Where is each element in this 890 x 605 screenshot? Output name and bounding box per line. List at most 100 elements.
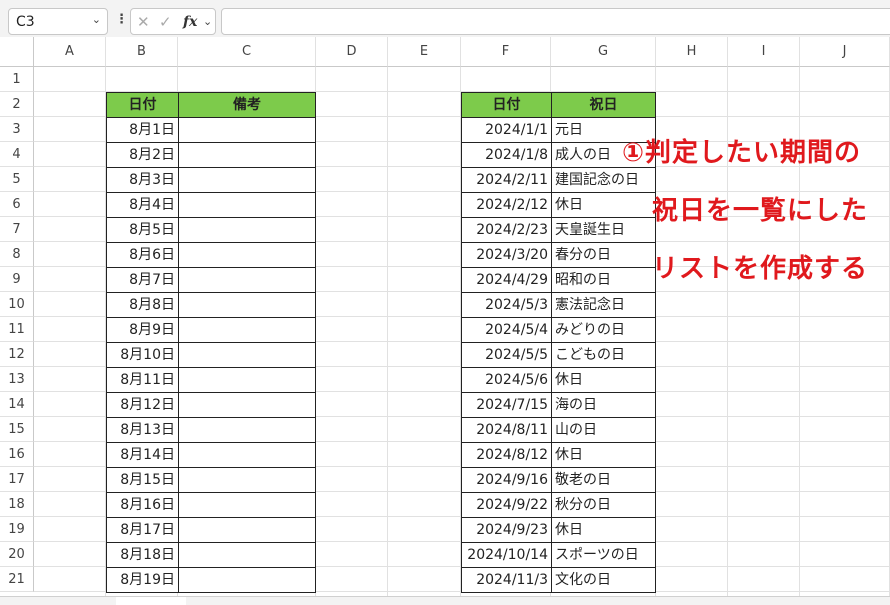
more-options-icon[interactable]: ⋮: [115, 12, 128, 27]
date-cell[interactable]: 8月6日: [106, 242, 179, 268]
holiday-name-cell[interactable]: 休日: [551, 442, 656, 468]
date-cell[interactable]: 8月2日: [106, 142, 179, 168]
date-cell[interactable]: 8月18日: [106, 542, 179, 568]
holiday-name-cell[interactable]: スポーツの日: [551, 542, 656, 568]
column-header-j[interactable]: J: [800, 37, 890, 67]
remarks-cell[interactable]: [178, 192, 316, 218]
remarks-cell[interactable]: [178, 142, 316, 168]
row-header-4[interactable]: 4: [0, 142, 34, 167]
row-header-20[interactable]: 20: [0, 542, 34, 567]
holiday-date-cell[interactable]: 2024/9/23: [461, 517, 552, 543]
name-box[interactable]: C3 ⌄: [8, 8, 108, 35]
holiday-date-cell[interactable]: 2024/5/4: [461, 317, 552, 343]
remarks-cell[interactable]: [178, 567, 316, 593]
remarks-cell[interactable]: [178, 492, 316, 518]
holiday-date-cell[interactable]: 2024/1/8: [461, 142, 552, 168]
column-header-d[interactable]: D: [316, 37, 388, 67]
insert-function-icon[interactable]: fx: [183, 14, 197, 30]
row-header-10[interactable]: 10: [0, 292, 34, 317]
holiday-name-cell[interactable]: 建国記念の日: [551, 167, 656, 193]
remarks-cell[interactable]: [178, 217, 316, 243]
holiday-name-cell[interactable]: 春分の日: [551, 242, 656, 268]
date-cell[interactable]: 8月19日: [106, 567, 179, 593]
date-cell[interactable]: 8月9日: [106, 317, 179, 343]
holiday-name-cell[interactable]: 秋分の日: [551, 492, 656, 518]
remarks-cell[interactable]: [178, 392, 316, 418]
date-cell[interactable]: 8月1日: [106, 117, 179, 143]
holiday-date-cell[interactable]: 2024/9/22: [461, 492, 552, 518]
holiday-name-cell[interactable]: 敬老の日: [551, 467, 656, 493]
row-header-3[interactable]: 3: [0, 117, 34, 142]
row-header-19[interactable]: 19: [0, 517, 34, 542]
holiday-date-cell[interactable]: 2024/8/12: [461, 442, 552, 468]
row-header-5[interactable]: 5: [0, 167, 34, 192]
holiday-date-cell[interactable]: 2024/2/12: [461, 192, 552, 218]
holiday-date-cell[interactable]: 2024/7/15: [461, 392, 552, 418]
row-header-18[interactable]: 18: [0, 492, 34, 517]
holiday-date-cell[interactable]: 2024/4/29: [461, 267, 552, 293]
date-cell[interactable]: 8月4日: [106, 192, 179, 218]
header-remarks[interactable]: 備考: [178, 92, 316, 118]
remarks-cell[interactable]: [178, 242, 316, 268]
holiday-name-cell[interactable]: 文化の日: [551, 567, 656, 593]
date-cell[interactable]: 8月16日: [106, 492, 179, 518]
row-header-2[interactable]: 2: [0, 92, 34, 117]
chevron-down-icon[interactable]: ⌄: [92, 13, 101, 26]
holiday-name-cell[interactable]: 山の日: [551, 417, 656, 443]
row-header-14[interactable]: 14: [0, 392, 34, 417]
row-header-13[interactable]: 13: [0, 367, 34, 392]
remarks-cell[interactable]: [178, 367, 316, 393]
holiday-name-cell[interactable]: みどりの日: [551, 317, 656, 343]
column-header-c[interactable]: C: [178, 37, 316, 67]
remarks-cell[interactable]: [178, 317, 316, 343]
holiday-date-cell[interactable]: 2024/9/16: [461, 467, 552, 493]
remarks-cell[interactable]: [178, 292, 316, 318]
holiday-name-cell[interactable]: 休日: [551, 192, 656, 218]
holiday-date-cell[interactable]: 2024/2/23: [461, 217, 552, 243]
date-cell[interactable]: 8月13日: [106, 417, 179, 443]
holiday-name-cell[interactable]: 海の日: [551, 392, 656, 418]
remarks-cell[interactable]: [178, 442, 316, 468]
row-header-11[interactable]: 11: [0, 317, 34, 342]
remarks-cell[interactable]: [178, 117, 316, 143]
column-header-i[interactable]: I: [728, 37, 800, 67]
remarks-cell[interactable]: [178, 167, 316, 193]
date-cell[interactable]: 8月12日: [106, 392, 179, 418]
holiday-date-cell[interactable]: 2024/5/3: [461, 292, 552, 318]
remarks-cell[interactable]: [178, 342, 316, 368]
row-header-8[interactable]: 8: [0, 242, 34, 267]
holiday-date-cell[interactable]: 2024/1/1: [461, 117, 552, 143]
select-all-corner[interactable]: [0, 37, 34, 67]
holiday-date-cell[interactable]: 2024/5/6: [461, 367, 552, 393]
date-cell[interactable]: 8月15日: [106, 467, 179, 493]
column-header-g[interactable]: G: [551, 37, 656, 67]
holiday-date-cell[interactable]: 2024/5/5: [461, 342, 552, 368]
holiday-name-cell[interactable]: 休日: [551, 517, 656, 543]
remarks-cell[interactable]: [178, 417, 316, 443]
column-header-h[interactable]: H: [656, 37, 728, 67]
holiday-name-cell[interactable]: こどもの日: [551, 342, 656, 368]
cancel-icon[interactable]: ✕: [137, 13, 150, 31]
holiday-date-cell[interactable]: 2024/3/20: [461, 242, 552, 268]
row-header-6[interactable]: 6: [0, 192, 34, 217]
holiday-name-cell[interactable]: 昭和の日: [551, 267, 656, 293]
remarks-cell[interactable]: [178, 267, 316, 293]
remarks-cell[interactable]: [178, 467, 316, 493]
holiday-date-cell[interactable]: 2024/2/11: [461, 167, 552, 193]
holiday-date-cell[interactable]: 2024/11/3: [461, 567, 552, 593]
date-cell[interactable]: 8月14日: [106, 442, 179, 468]
header-holiday-name[interactable]: 祝日: [551, 92, 656, 118]
row-header-15[interactable]: 15: [0, 417, 34, 442]
holiday-name-cell[interactable]: 天皇誕生日: [551, 217, 656, 243]
chevron-down-icon[interactable]: ⌄: [203, 15, 212, 28]
date-cell[interactable]: 8月5日: [106, 217, 179, 243]
date-cell[interactable]: 8月7日: [106, 267, 179, 293]
date-cell[interactable]: 8月3日: [106, 167, 179, 193]
remarks-cell[interactable]: [178, 542, 316, 568]
holiday-name-cell[interactable]: 休日: [551, 367, 656, 393]
row-header-17[interactable]: 17: [0, 467, 34, 492]
row-header-12[interactable]: 12: [0, 342, 34, 367]
holiday-date-cell[interactable]: 2024/10/14: [461, 542, 552, 568]
date-cell[interactable]: 8月10日: [106, 342, 179, 368]
date-cell[interactable]: 8月8日: [106, 292, 179, 318]
